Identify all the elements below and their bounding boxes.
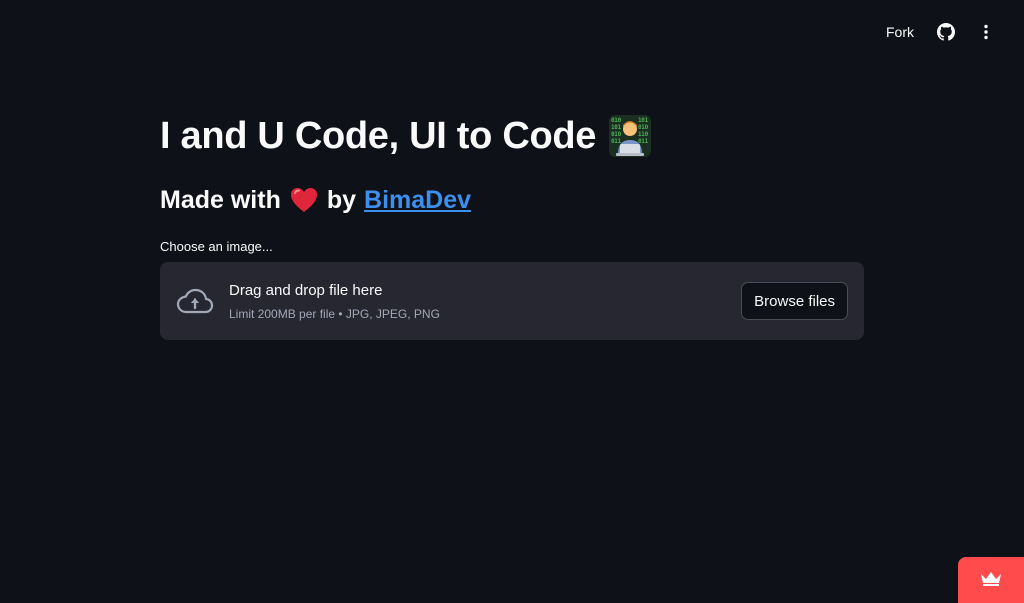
- uploader-label: Choose an image...: [160, 239, 273, 254]
- svg-text:110: 110: [638, 131, 649, 138]
- dropzone-limit: Limit 200MB per file • JPG, JPEG, PNG: [229, 306, 440, 321]
- svg-text:011: 011: [611, 138, 622, 145]
- file-dropzone[interactable]: Drag and drop file here Limit 200MB per …: [160, 262, 864, 340]
- main-content: I and U Code, UI to Code 010 101 101 010 0…: [160, 110, 864, 340]
- page-title-text: I and U Code, UI to Code: [160, 115, 597, 157]
- dropzone-title: Drag and drop file here: [229, 281, 383, 299]
- svg-text:010: 010: [611, 131, 622, 138]
- fork-link[interactable]: Fork: [886, 24, 914, 40]
- svg-text:101: 101: [638, 117, 649, 124]
- author-link[interactable]: BimaDev: [364, 182, 471, 218]
- red-heart-icon: [289, 186, 319, 214]
- technologist-emoji-icon: 010 101 101 010 010 110 011 011: [608, 114, 652, 158]
- dropzone-text: Drag and drop file here Limit 200MB per …: [229, 282, 741, 321]
- top-toolbar: Fork: [886, 20, 998, 44]
- github-icon[interactable]: [934, 20, 958, 44]
- app-root: Fork I and U Code, UI to Code 010 101 10…: [0, 0, 1024, 603]
- subtitle: Made with by BimaDev: [160, 182, 864, 218]
- svg-text:011: 011: [638, 138, 649, 145]
- browse-files-button[interactable]: Browse files: [741, 282, 848, 320]
- cloud-upload-icon: [176, 282, 214, 320]
- svg-text:010: 010: [638, 124, 649, 131]
- svg-text:101: 101: [611, 124, 622, 131]
- subtitle-prefix: Made with: [160, 186, 281, 214]
- vertical-dots-icon[interactable]: [974, 20, 998, 44]
- page-title: I and U Code, UI to Code 010 101 101 010 0…: [160, 110, 864, 162]
- manage-app-badge[interactable]: [958, 557, 1024, 603]
- svg-text:010: 010: [611, 117, 622, 124]
- subtitle-by: by: [326, 186, 357, 214]
- crown-icon: [979, 569, 1003, 592]
